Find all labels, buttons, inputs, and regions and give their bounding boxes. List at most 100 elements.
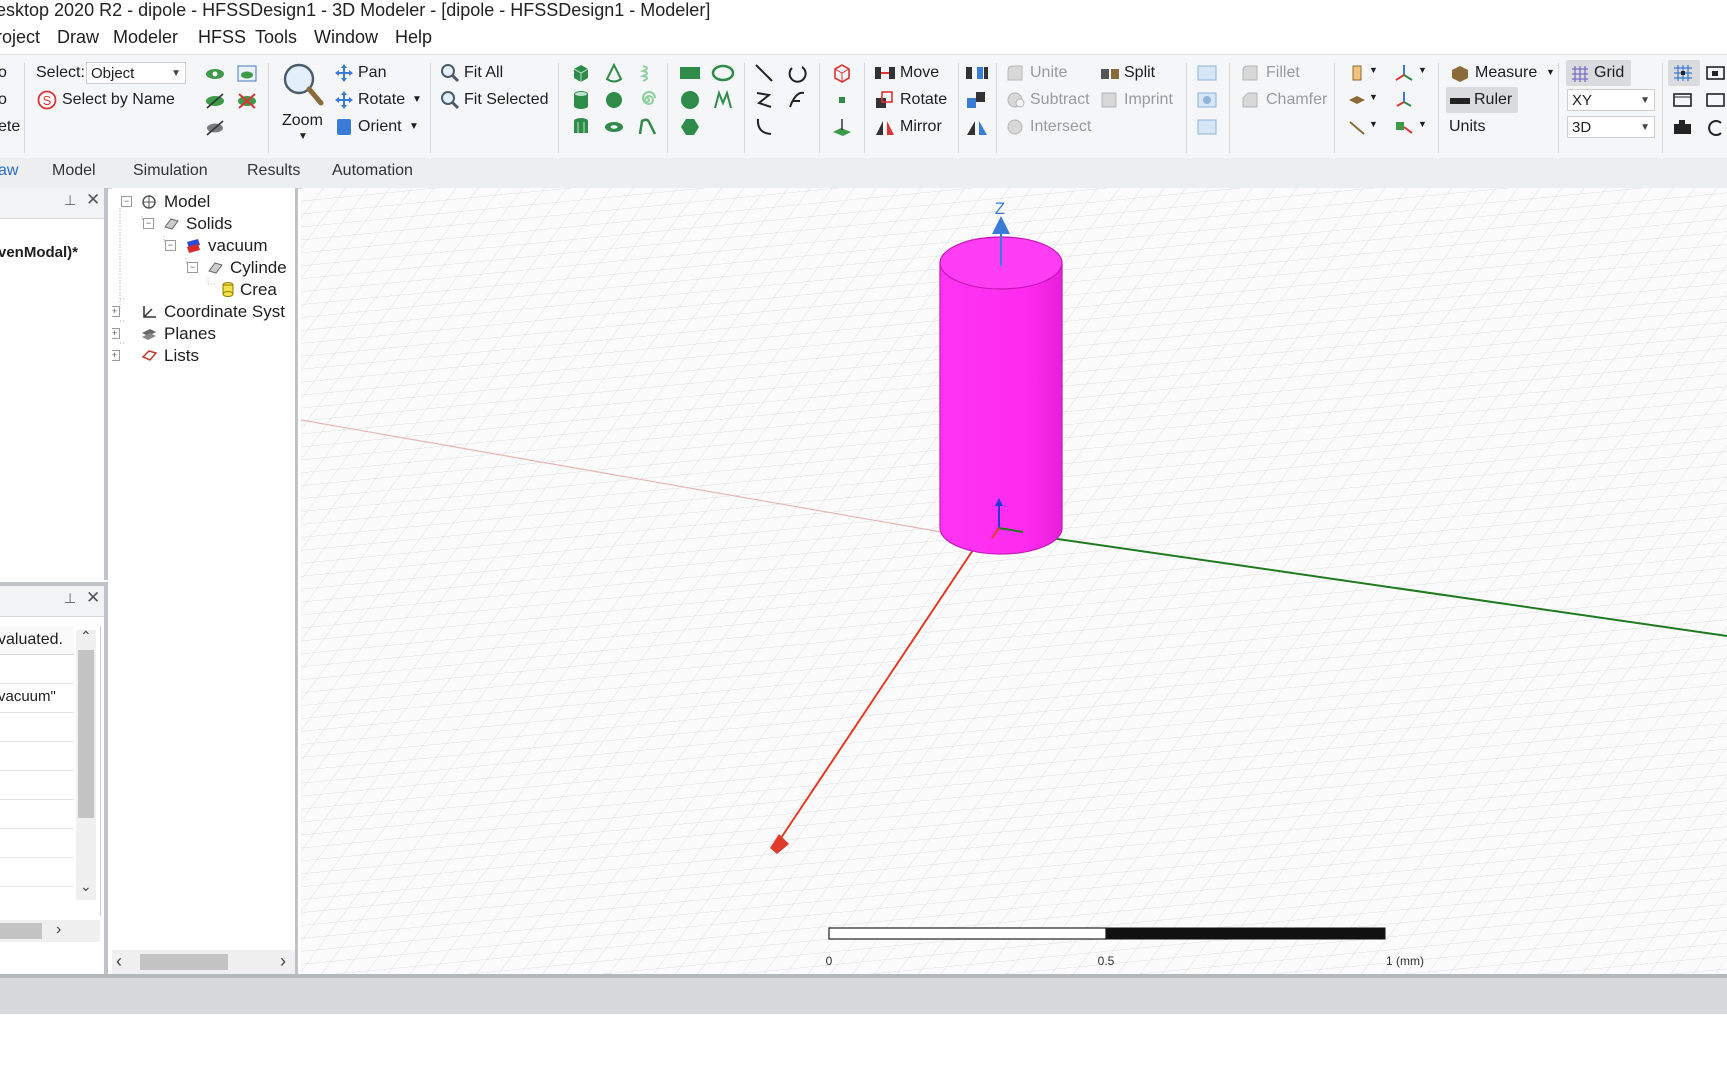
draw-arc-icon[interactable]: [786, 62, 808, 84]
show-icon[interactable]: [204, 64, 226, 84]
draw-rectangle-icon[interactable]: [678, 62, 702, 84]
tab-results[interactable]: Results: [247, 162, 300, 180]
menu-help[interactable]: Help: [395, 27, 432, 48]
mirror-button[interactable]: Mirror: [900, 118, 942, 136]
draw-plane-icon[interactable]: [831, 116, 853, 138]
duplicate-mirror-icon[interactable]: [965, 117, 989, 137]
tree-item-solids[interactable]: Solids: [186, 214, 232, 234]
select-object-icon[interactable]: [1347, 63, 1367, 83]
show-all-icon[interactable]: [236, 64, 258, 84]
tab-simulation[interactable]: Simulation: [133, 162, 208, 180]
tree-item-vacuum[interactable]: vacuum: [208, 236, 268, 256]
draw-regular-polyhedron-icon[interactable]: [570, 116, 592, 138]
hide-icon[interactable]: [204, 91, 226, 111]
split-button[interactable]: Split: [1124, 64, 1155, 82]
draw-equation-surface-icon[interactable]: [711, 89, 735, 111]
zoom-icon[interactable]: [281, 61, 325, 107]
rotate-view-button[interactable]: Rotate: [358, 91, 405, 109]
snap-grid-icon[interactable]: [1672, 63, 1694, 83]
scroll-up-icon[interactable]: ⌃: [80, 628, 92, 645]
draw-point-icon[interactable]: [831, 89, 853, 111]
cylinder-object[interactable]: [939, 236, 1063, 555]
snap-vertex-icon[interactable]: [1705, 63, 1727, 83]
draw-sphere-icon[interactable]: [603, 89, 625, 111]
draw-torus-icon[interactable]: [603, 116, 625, 138]
hide-all-icon[interactable]: [236, 91, 258, 111]
draw-equation-curve-icon[interactable]: [786, 89, 808, 111]
scroll-down-icon[interactable]: ⌄: [80, 878, 92, 895]
tree-item-planes[interactable]: Planes: [164, 324, 216, 344]
select-mode-dropdown[interactable]: Object ▼: [86, 62, 186, 84]
select-by-name-button[interactable]: Select by Name: [62, 91, 175, 109]
rotate-chevron-down-icon[interactable]: ▼: [412, 94, 422, 105]
tree-item-model[interactable]: Model: [164, 192, 210, 212]
tab-model[interactable]: Model: [52, 162, 96, 180]
draw-spiral-icon[interactable]: [636, 89, 658, 111]
collapse-toggle[interactable]: −: [121, 196, 132, 207]
pin-icon[interactable]: ⊥: [64, 192, 76, 209]
menu-draw[interactable]: Draw: [57, 27, 99, 48]
snap-face-center-icon[interactable]: [1705, 90, 1727, 110]
zoom-chevron-down-icon[interactable]: ▼: [298, 131, 308, 142]
menu-hfss[interactable]: HFSS: [198, 27, 246, 48]
menu-project[interactable]: roject: [0, 27, 40, 48]
wrap-icon[interactable]: [1196, 117, 1218, 137]
orient-chevron-down-icon[interactable]: ▼: [409, 121, 419, 132]
snap-arc-center-icon[interactable]: [1705, 117, 1727, 137]
rotate-button[interactable]: Rotate: [900, 91, 947, 109]
draw-bondwire-icon[interactable]: [636, 116, 658, 138]
select-edge-icon[interactable]: [1347, 117, 1367, 137]
scroll-right-icon[interactable]: ›: [56, 921, 61, 939]
vertical-scrollbar[interactable]: ⌃ ⌄: [76, 628, 96, 900]
collapse-toggle[interactable]: −: [187, 262, 198, 273]
draw-cone-icon[interactable]: [603, 62, 625, 84]
orient-button[interactable]: Orient: [358, 118, 402, 136]
imprint-button[interactable]: Imprint: [1124, 91, 1173, 109]
draw-circle-icon[interactable]: [678, 89, 702, 111]
scroll-left-icon[interactable]: ‹: [116, 951, 122, 972]
chamfer-button[interactable]: Chamfer: [1266, 91, 1327, 109]
pan-button[interactable]: Pan: [358, 64, 386, 82]
partial-button-1[interactable]: o: [0, 64, 7, 82]
draw-ellipse-icon[interactable]: [711, 62, 735, 84]
expand-toggle[interactable]: +: [112, 350, 120, 361]
sweep-icon[interactable]: [1196, 63, 1218, 83]
ruler-button[interactable]: Ruler: [1474, 91, 1512, 109]
pin-icon[interactable]: ⊥: [64, 590, 76, 607]
tab-draw[interactable]: aw: [0, 162, 18, 180]
scrollbar-thumb[interactable]: [0, 923, 42, 939]
object-coordinate-system-icon[interactable]: [1393, 117, 1415, 137]
snap-quadrant-icon[interactable]: [1672, 117, 1694, 137]
fit-all-button[interactable]: Fit All: [464, 64, 503, 82]
snap-edge-center-icon[interactable]: [1672, 90, 1694, 110]
grid-button[interactable]: Grid: [1594, 64, 1624, 82]
fit-selected-button[interactable]: Fit Selected: [464, 91, 548, 109]
menu-modeler[interactable]: Modeler: [113, 27, 178, 48]
fillet-button[interactable]: Fillet: [1266, 64, 1300, 82]
draw-box-icon[interactable]: [570, 62, 592, 84]
tree-item-lists[interactable]: Lists: [164, 346, 199, 366]
duplicate-around-axis-icon[interactable]: [965, 90, 989, 110]
intersect-button[interactable]: Intersect: [1030, 118, 1091, 136]
scrollbar-thumb[interactable]: [78, 650, 94, 818]
thicken-icon[interactable]: [1196, 90, 1218, 110]
partial-button-2[interactable]: o: [0, 91, 7, 109]
scrollbar-thumb[interactable]: [140, 954, 228, 970]
collapse-toggle[interactable]: −: [143, 218, 154, 229]
draw-cylinder-icon[interactable]: [570, 89, 592, 111]
draw-helix-icon[interactable]: [636, 62, 658, 84]
design-item[interactable]: venModal)*: [0, 244, 78, 261]
scroll-right-icon[interactable]: ›: [280, 951, 286, 972]
dimension-dropdown[interactable]: 3D ▼: [1567, 116, 1655, 138]
duplicate-along-line-icon[interactable]: [965, 63, 989, 83]
expand-toggle[interactable]: +: [112, 328, 120, 339]
tree-item-create-cylinder[interactable]: Crea: [240, 280, 277, 300]
tree-item-coordinate-systems[interactable]: Coordinate Syst: [164, 302, 285, 322]
draw-spline-icon[interactable]: [753, 89, 775, 111]
expand-toggle[interactable]: +: [112, 306, 120, 317]
menu-window[interactable]: Window: [314, 27, 378, 48]
draw-line-icon[interactable]: [753, 62, 775, 84]
close-icon[interactable]: ✕: [86, 190, 100, 210]
measure-button[interactable]: Measure: [1475, 64, 1537, 82]
select-face-icon[interactable]: [1347, 90, 1367, 110]
